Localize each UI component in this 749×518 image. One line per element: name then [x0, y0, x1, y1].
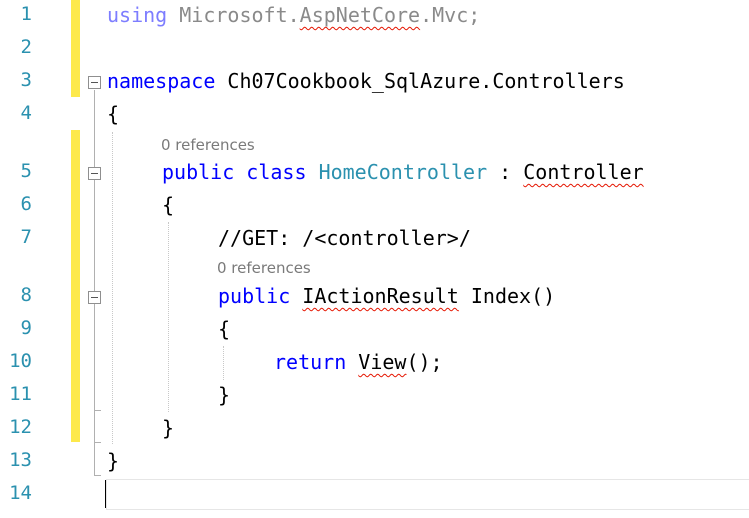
indent-guide	[112, 132, 113, 444]
punctuation: :	[487, 160, 524, 184]
line-number: 1	[20, 3, 32, 25]
namespace-name: Ch07Cookbook_SqlAzure.Controllers	[215, 69, 625, 93]
code-line-4: {	[107, 102, 120, 126]
keyword: namespace	[107, 69, 216, 93]
code-line-7: //GET: /<controller>/	[218, 226, 471, 250]
code-line-12: }	[162, 416, 175, 440]
line-number: 14	[9, 482, 32, 504]
change-indicator	[71, 130, 80, 442]
namespace-text: .Mvc;	[420, 3, 481, 27]
line-number: 7	[20, 226, 32, 248]
collapse-class-icon[interactable]	[88, 167, 101, 180]
line-number: 8	[20, 284, 32, 306]
code-line-3: namespace Ch07Cookbook_SqlAzure.Controll…	[107, 69, 625, 93]
outline-line	[94, 90, 95, 475]
code-line-6: {	[162, 193, 175, 217]
outline-end	[94, 475, 101, 476]
collapse-namespace-icon[interactable]	[88, 76, 101, 89]
indent-guide	[168, 222, 169, 412]
code-line-9: {	[218, 317, 231, 341]
method-signature: Index()	[458, 284, 556, 308]
error-squiggle-text[interactable]: IActionResult	[302, 284, 459, 308]
line-number: 4	[20, 102, 32, 124]
error-squiggle-text[interactable]: AspNetCore	[300, 3, 420, 27]
keyword: public	[162, 160, 235, 184]
keyword: return	[274, 350, 347, 374]
current-line-highlight	[106, 479, 749, 510]
code-line-5: public class HomeController : Controller	[162, 160, 644, 184]
class-name: HomeController	[318, 160, 488, 184]
indent-guide	[223, 346, 224, 380]
collapse-method-icon[interactable]	[88, 291, 101, 304]
comment: //GET: /<controller>/	[218, 226, 471, 250]
line-number: 2	[20, 36, 32, 58]
keyword: public	[218, 284, 291, 308]
text-caret	[105, 480, 106, 508]
error-squiggle-text[interactable]: View	[358, 350, 406, 374]
line-number: 10	[9, 350, 32, 372]
change-indicator	[71, 0, 80, 97]
line-number: 5	[20, 160, 32, 182]
line-number: 12	[9, 416, 32, 438]
code-line-1: using Microsoft.AspNetCore.Mvc;	[107, 3, 480, 27]
line-number: 9	[20, 317, 32, 339]
line-number: 13	[9, 449, 32, 471]
keyword: using	[107, 3, 168, 27]
codelens-references[interactable]: 0 references	[161, 136, 255, 154]
code-line-8: public IActionResult Index()	[218, 284, 555, 308]
outline-end	[94, 410, 101, 411]
line-number: 6	[20, 193, 32, 215]
line-number: 3	[20, 69, 32, 91]
code-editor[interactable]: 1 2 3 4 5 6 7 8 9 10 11 12 13 14 using M…	[0, 0, 749, 518]
outline-end	[94, 442, 101, 443]
line-number: 11	[9, 383, 32, 405]
code-line-11: }	[218, 383, 231, 407]
keyword: class	[246, 160, 307, 184]
punctuation: ();	[406, 350, 443, 374]
codelens-references[interactable]: 0 references	[217, 259, 311, 277]
code-line-13: }	[107, 449, 120, 473]
namespace-text: Microsoft.	[167, 3, 300, 27]
code-line-10: return View();	[274, 350, 443, 374]
error-squiggle-text[interactable]: Controller	[523, 160, 643, 184]
